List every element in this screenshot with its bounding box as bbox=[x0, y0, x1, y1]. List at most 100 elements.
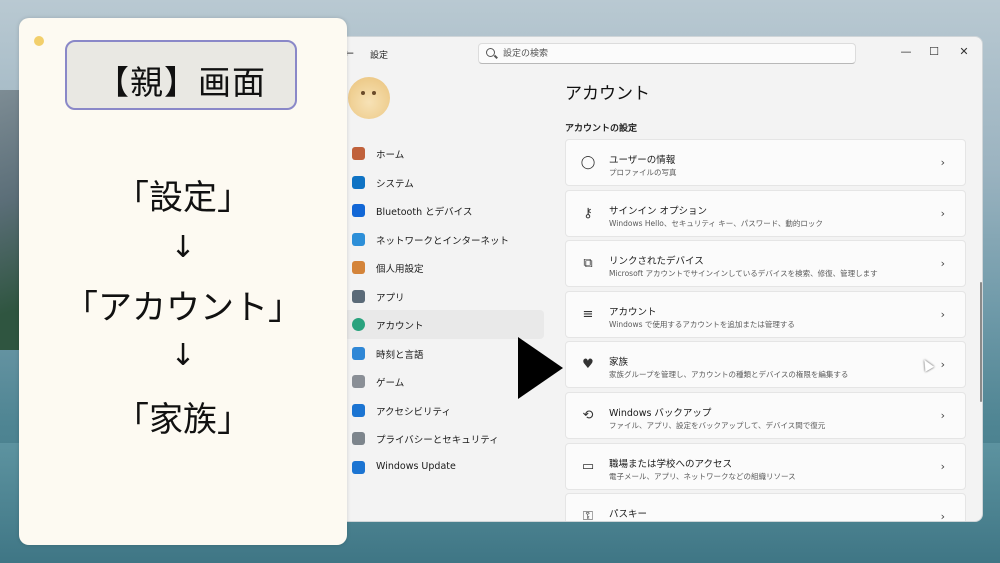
sidebar-item[interactable]: Bluetooth とデバイス bbox=[344, 196, 544, 225]
card-title: リンクされたデバイス bbox=[609, 256, 704, 268]
sidebar-item-label: ネットワークとインターネット bbox=[376, 235, 510, 247]
chevron-right-icon: › bbox=[940, 307, 945, 321]
settings-card[interactable]: ▭ 職場または学校へのアクセス 電子メール、アプリ、ネットワークなどの組織リソース › bbox=[565, 442, 966, 490]
settings-window: ← 設定 — ☐ ✕ ホームシステム Bluetooth とデバイスネットワークと… bbox=[335, 36, 983, 522]
scrollbar[interactable] bbox=[980, 282, 982, 402]
sidebar-item-label: システム bbox=[376, 178, 414, 190]
settings-card[interactable]: ≡ アカウント Windows で使用するアカウントを追加または管理する › bbox=[565, 290, 966, 338]
settings-card[interactable]: ⚷ サインイン オプション Windows Hello、セキュリティ キー、パスワー… bbox=[565, 189, 966, 237]
sidebar-item-label: アプリ bbox=[376, 292, 405, 304]
globe-icon bbox=[352, 346, 365, 360]
step-account: 「アカウント」 bbox=[64, 288, 302, 328]
sidebar-item[interactable]: Windows Update bbox=[344, 453, 544, 482]
card-title: パスキー bbox=[609, 509, 648, 521]
app-title: 設定 bbox=[370, 51, 389, 61]
step-settings: 「設定」 bbox=[115, 178, 251, 218]
card-title: アカウント bbox=[609, 306, 657, 318]
sidebar-item[interactable]: 時刻と言語 bbox=[344, 339, 544, 368]
gamepad-icon bbox=[352, 375, 365, 388]
settings-card-list: ◯ ユーザーの情報 プロファイルの写真 › ⚷ サインイン オプション Windows He… bbox=[565, 139, 966, 522]
shield-icon bbox=[352, 432, 365, 445]
chevron-right-icon: › bbox=[940, 358, 945, 372]
sidebar-item[interactable]: ゲーム bbox=[344, 367, 544, 396]
card-subtitle: ファイル、アプリ、設定をバックアップして、デバイス間で復元 bbox=[609, 420, 826, 430]
settings-card[interactable]: ◯ ユーザーの情報 プロファイルの写真 › bbox=[565, 139, 966, 186]
bluetooth-icon bbox=[352, 204, 365, 217]
apps-icon bbox=[352, 289, 365, 303]
decorative-dot bbox=[34, 36, 44, 46]
heading-box: 【親】画面 bbox=[65, 40, 297, 110]
chevron-right-icon: › bbox=[940, 408, 945, 422]
chevron-right-icon: › bbox=[940, 257, 945, 271]
sidebar-item-label: Bluetooth とデバイス bbox=[376, 207, 473, 218]
card-subtitle: プロファイルの写真 bbox=[609, 168, 677, 177]
sidebar-item-label: ゲーム bbox=[376, 378, 405, 389]
sidebar-item[interactable]: ネットワークとインターネット bbox=[344, 225, 544, 254]
down-arrow-icon: ↓ bbox=[170, 338, 196, 373]
user-icon: ◯ bbox=[580, 155, 596, 170]
instruction-panel: 【親】画面 「設定」 ↓ 「アカウント」 ↓ 「家族」 bbox=[19, 18, 347, 545]
close-button[interactable]: ✕ bbox=[950, 42, 978, 62]
settings-card[interactable]: ⧉ リンクされたデバイス Microsoft アカウントでサインインしているデバイス… bbox=[565, 240, 966, 288]
card-subtitle: Microsoft アカウントでサインインしているデバイスを検索、修復、管理しま… bbox=[609, 269, 878, 279]
title-bar: ← 設定 — ☐ ✕ bbox=[336, 37, 982, 71]
sidebar-item-label: アカウント bbox=[376, 321, 424, 332]
down-arrow-icon: ↓ bbox=[170, 230, 196, 265]
key-icon: ⚷ bbox=[583, 205, 593, 221]
account-icon bbox=[352, 318, 365, 331]
card-title: 職場または学校へのアクセス bbox=[609, 458, 733, 470]
system-icon bbox=[352, 175, 365, 189]
wifi-icon bbox=[352, 232, 365, 246]
mouse-cursor-icon bbox=[919, 357, 935, 373]
sidebar-item[interactable]: アプリ bbox=[344, 282, 544, 311]
brush-icon bbox=[352, 261, 365, 274]
card-title: 家族 bbox=[609, 357, 629, 369]
chevron-right-icon: › bbox=[940, 459, 945, 473]
card-subtitle: Windows で使用するアカウントを追加または管理する bbox=[609, 319, 795, 329]
card-title: Windows バックアップ bbox=[609, 407, 712, 419]
home-icon bbox=[352, 147, 365, 160]
sidebar-item[interactable]: 個人用設定 bbox=[344, 253, 544, 282]
sidebar-nav: ホームシステム Bluetooth とデバイスネットワークとインターネット 個人用設… bbox=[344, 139, 544, 481]
family-heart-icon: ♥ bbox=[582, 357, 594, 373]
section-title: アカウントの設定 bbox=[565, 124, 638, 134]
card-title: ユーザーの情報 bbox=[609, 155, 676, 166]
search-input[interactable] bbox=[503, 46, 843, 61]
backup-icon: ⟲ bbox=[582, 407, 594, 423]
step-family: 「家族」 bbox=[115, 400, 251, 440]
devices-icon: ⧉ bbox=[583, 256, 593, 272]
sidebar-item[interactable]: プライバシーとセキュリティ bbox=[344, 424, 544, 453]
sidebar-item-label: 時刻と言語 bbox=[376, 349, 424, 361]
sidebar-item-label: 個人用設定 bbox=[376, 264, 424, 275]
chevron-right-icon: › bbox=[940, 156, 945, 169]
sidebar-item[interactable]: ホーム bbox=[344, 139, 544, 168]
panel-heading: 【親】画面 bbox=[96, 63, 266, 102]
sidebar-item-label: Windows Update bbox=[376, 460, 456, 472]
sidebar-item[interactable]: アカウント bbox=[344, 310, 544, 339]
update-icon bbox=[352, 460, 365, 474]
sidebar-item[interactable]: アクセシビリティ bbox=[344, 396, 544, 425]
search-icon bbox=[486, 48, 495, 57]
chevron-right-icon: › bbox=[940, 510, 945, 522]
card-subtitle: 電子メール、アプリ、ネットワークなどの組織リソース bbox=[609, 471, 796, 481]
settings-card[interactable]: ⚿ パスキー › bbox=[565, 493, 966, 522]
card-title: サインイン オプション bbox=[609, 205, 708, 217]
avatar[interactable] bbox=[348, 77, 390, 119]
settings-card[interactable]: ♥ 家族 家族グループを管理し、アカウントの種類とデバイスの権限を編集する › bbox=[565, 341, 966, 389]
settings-card[interactable]: ⟲ Windows バックアップ ファイル、アプリ、設定をバックアップして、デバイス… bbox=[565, 391, 966, 439]
briefcase-icon: ▭ bbox=[581, 458, 595, 474]
sidebar-item-label: アクセシビリティ bbox=[376, 406, 451, 418]
search-box[interactable] bbox=[478, 43, 856, 64]
passkey-icon: ⚿ bbox=[583, 509, 593, 522]
minimize-button[interactable]: — bbox=[892, 42, 920, 62]
pointer-triangle-icon bbox=[518, 337, 563, 399]
maximize-button[interactable]: ☐ bbox=[920, 42, 948, 62]
chevron-right-icon: › bbox=[940, 206, 945, 220]
page-title: アカウント bbox=[565, 84, 650, 104]
sidebar-item[interactable]: システム bbox=[344, 168, 544, 197]
card-subtitle: Windows Hello、セキュリティ キー、パスワード、動的ロック bbox=[609, 218, 823, 228]
card-subtitle: 家族グループを管理し、アカウントの種類とデバイスの権限を編集する bbox=[609, 370, 849, 380]
sidebar-item-label: プライバシーとセキュリティ bbox=[376, 435, 499, 446]
sidebar-item-label: ホーム bbox=[376, 150, 405, 161]
accessibility-icon bbox=[352, 403, 365, 417]
